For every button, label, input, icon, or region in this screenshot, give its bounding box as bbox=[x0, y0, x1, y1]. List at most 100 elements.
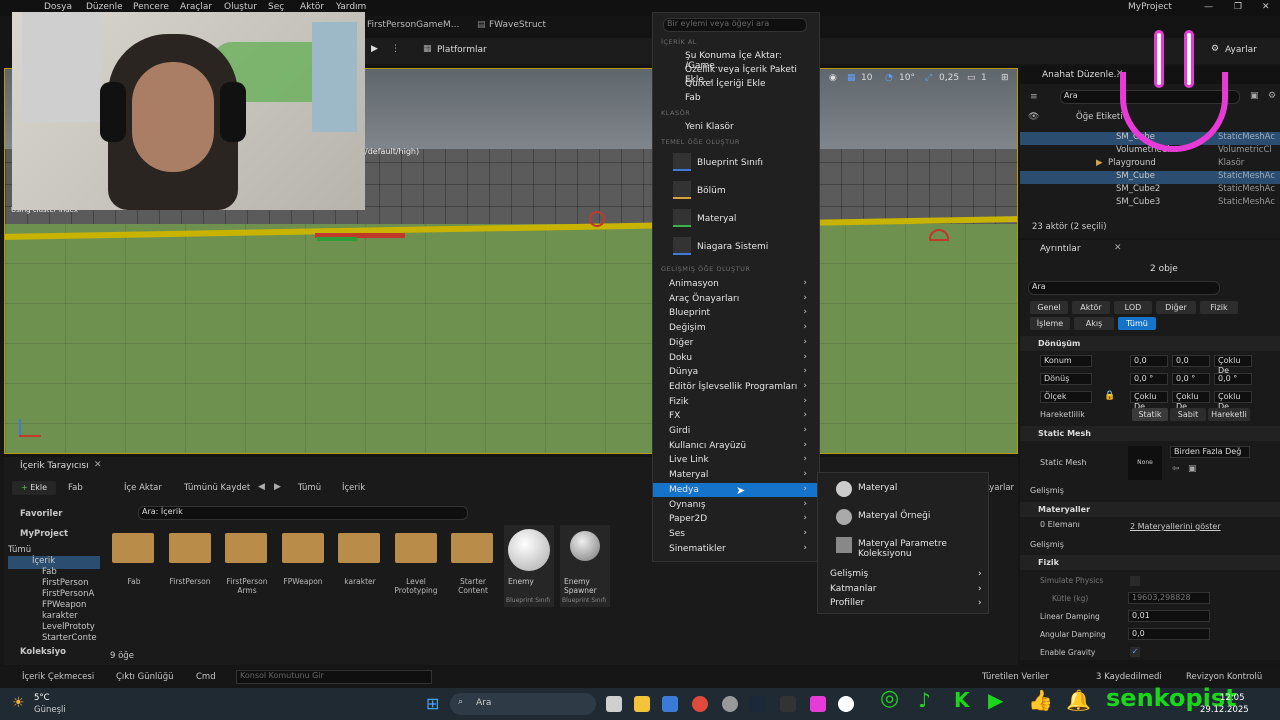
content-browser-title[interactable]: İçerik Tarayıcısı bbox=[20, 461, 89, 471]
close-icon[interactable]: ✕ bbox=[1114, 243, 1122, 253]
menu-item-material[interactable]: Materyal bbox=[697, 214, 736, 224]
play-icon[interactable]: ▶ bbox=[371, 44, 378, 54]
weather-temp[interactable]: 5°C bbox=[34, 693, 50, 703]
tree-item[interactable]: StarterConte bbox=[8, 633, 100, 646]
folder-icon[interactable]: ▣ bbox=[1250, 91, 1259, 101]
filter-isleme[interactable]: İşleme bbox=[1030, 317, 1070, 330]
menu-item-advanced[interactable]: Doku › bbox=[653, 351, 819, 365]
app-icon[interactable] bbox=[722, 696, 738, 712]
derived-data-button[interactable]: Türetilen Veriler bbox=[982, 672, 1049, 682]
filter-icon[interactable]: ≡ bbox=[1030, 92, 1038, 102]
app-icon[interactable] bbox=[810, 696, 826, 712]
scale-x[interactable]: Çoklu De bbox=[1130, 391, 1168, 411]
filter-diger[interactable]: Diğer bbox=[1156, 301, 1196, 314]
rotation-z[interactable]: 0,0 ° bbox=[1214, 373, 1252, 385]
menu-item-fab[interactable]: Fab bbox=[685, 93, 701, 103]
location-z[interactable]: Çoklu De bbox=[1214, 355, 1252, 375]
menu-item-advanced[interactable]: Girdi › bbox=[653, 424, 819, 438]
add-button[interactable]: + Ekle bbox=[12, 481, 56, 495]
unsaved-button[interactable]: 3 Kaydedilmedi bbox=[1096, 672, 1162, 682]
restore-icon[interactable]: ❐ bbox=[1234, 2, 1242, 12]
menu-item-advanced[interactable]: Oynanış › bbox=[653, 498, 819, 512]
scale-snap-icon[interactable]: ⤢ bbox=[925, 73, 932, 83]
show-materials-link[interactable]: 2 Materyallerini göster bbox=[1130, 522, 1221, 531]
folder-firstperson[interactable] bbox=[169, 533, 211, 563]
menu-dosya[interactable]: Dosya bbox=[44, 2, 72, 12]
menu-yardim[interactable]: Yardım bbox=[336, 2, 366, 12]
submenu-material[interactable]: Materyal bbox=[858, 483, 897, 493]
section-physics[interactable]: Fizik bbox=[1020, 555, 1280, 570]
folder-firstperson-arms[interactable] bbox=[225, 533, 267, 563]
settings-icon[interactable]: ⚙ bbox=[1268, 91, 1276, 101]
menu-item-level[interactable]: Bölüm bbox=[697, 186, 726, 196]
task-view-icon[interactable] bbox=[606, 696, 622, 712]
more-options-icon[interactable]: ⋮ bbox=[391, 44, 400, 54]
advanced-toggle[interactable]: Gelişmiş bbox=[1030, 540, 1064, 549]
tab-gamemode[interactable]: FirstPersonGameM... bbox=[367, 20, 459, 30]
outliner-row[interactable]: SM_Cube3 StaticMeshAc bbox=[1020, 197, 1280, 210]
menu-olustur[interactable]: Oluştur bbox=[224, 2, 257, 12]
menu-item-advanced[interactable]: Animasyon › bbox=[653, 277, 819, 291]
browse-icon[interactable]: ⇦ bbox=[1172, 464, 1180, 474]
rotation-size[interactable]: 10° bbox=[899, 73, 915, 83]
surface-snap-icon[interactable]: ◉ bbox=[829, 73, 837, 83]
menu-aktor[interactable]: Aktör bbox=[300, 2, 324, 12]
close-icon[interactable]: ✕ bbox=[94, 460, 102, 470]
menu-duzenle[interactable]: Düzenle bbox=[86, 2, 123, 12]
history-forward-icon[interactable]: ▶ bbox=[274, 482, 281, 492]
menu-item-advanced[interactable]: Araç Önayarları › bbox=[653, 292, 819, 306]
filter-fizik[interactable]: Fizik bbox=[1200, 301, 1238, 314]
submenu-profiles[interactable]: Profiller bbox=[830, 598, 864, 608]
file-explorer-icon[interactable] bbox=[634, 696, 650, 712]
outliner-title[interactable]: Anahat Düzenle... bbox=[1042, 70, 1122, 80]
grid-snap-icon[interactable]: ▦ bbox=[847, 73, 856, 83]
context-search-input[interactable]: Bir eylemi veya öğeyi ara bbox=[663, 18, 807, 32]
scale-size[interactable]: 0,25 bbox=[939, 73, 959, 83]
menu-item-advanced[interactable]: Editör İşlevsellik Programları › bbox=[653, 380, 819, 394]
camera-speed[interactable]: 1 bbox=[981, 73, 987, 83]
folder-starter-content[interactable] bbox=[451, 533, 493, 563]
menu-item-advanced[interactable]: Ses › bbox=[653, 527, 819, 541]
content-drawer-button[interactable]: İçerik Çekmecesi bbox=[22, 672, 94, 682]
column-header-label[interactable]: Öğe Etiketi bbox=[1076, 112, 1123, 122]
platforms-button[interactable]: Platformlar bbox=[437, 45, 487, 55]
collections-header[interactable]: Koleksiyo bbox=[20, 647, 66, 657]
details-title[interactable]: Ayrıntılar bbox=[1040, 244, 1081, 254]
menu-item-blueprint-class[interactable]: Blueprint Sınıfı bbox=[697, 158, 763, 168]
asset-tile-enemy[interactable]: Enemy Blueprint Sınıfı bbox=[504, 525, 554, 607]
menu-item-advanced[interactable]: Kullanıcı Arayüzü › bbox=[653, 439, 819, 453]
close-icon[interactable]: ✕ bbox=[1262, 2, 1270, 12]
menu-item-advanced[interactable]: Diğer › bbox=[653, 336, 819, 350]
mobility-movable[interactable]: Hareketli bbox=[1208, 408, 1250, 421]
rotation-y[interactable]: 0,0 ° bbox=[1172, 373, 1210, 385]
steam-icon[interactable] bbox=[750, 696, 766, 712]
menu-item-advanced[interactable]: Fizik › bbox=[653, 395, 819, 409]
menu-araclar[interactable]: Araçlar bbox=[180, 2, 212, 12]
menu-item-niagara-system[interactable]: Niagara Sistemi bbox=[697, 242, 768, 252]
menu-item-advanced[interactable]: Sinematikler › bbox=[653, 542, 819, 556]
minimize-icon[interactable]: — bbox=[1204, 2, 1213, 12]
lock-icon[interactable]: 🔒 bbox=[1104, 391, 1115, 401]
menu-item-advanced[interactable]: Live Link › bbox=[653, 453, 819, 467]
store-icon[interactable] bbox=[662, 696, 678, 712]
folder-karakter[interactable] bbox=[338, 533, 380, 563]
layout-icon[interactable]: ⊞ bbox=[1001, 73, 1009, 83]
section-transform[interactable]: Dönüşüm bbox=[1020, 336, 1280, 351]
filter-genel[interactable]: Genel bbox=[1030, 301, 1068, 314]
static-mesh-dropdown[interactable]: Birden Fazla Değ bbox=[1170, 446, 1250, 458]
mesh-thumbnail[interactable]: None bbox=[1128, 446, 1162, 480]
rotation-dropdown[interactable]: Dönüş bbox=[1040, 373, 1092, 385]
rotation-snap-icon[interactable]: ◔ bbox=[885, 73, 893, 83]
chrome-icon[interactable] bbox=[692, 696, 708, 712]
folder-fpweapon[interactable] bbox=[282, 533, 324, 563]
import-button[interactable]: İçe Aktar bbox=[124, 483, 162, 493]
project-header[interactable]: MyProject bbox=[20, 529, 68, 539]
menu-item-add-quixel[interactable]: Quixel İçeriği Ekle bbox=[685, 79, 766, 89]
location-y[interactable]: 0,0 bbox=[1172, 355, 1210, 367]
section-static-mesh[interactable]: Static Mesh bbox=[1020, 426, 1280, 441]
content-search-input[interactable]: Ara: İçerik bbox=[138, 506, 468, 520]
outliner-row[interactable]: ▶ Playground Klasör bbox=[1020, 158, 1280, 171]
folder-fab[interactable] bbox=[112, 533, 154, 563]
mass-field[interactable]: 19603,298828 bbox=[1128, 592, 1210, 604]
fab-button[interactable]: Fab bbox=[68, 483, 83, 493]
